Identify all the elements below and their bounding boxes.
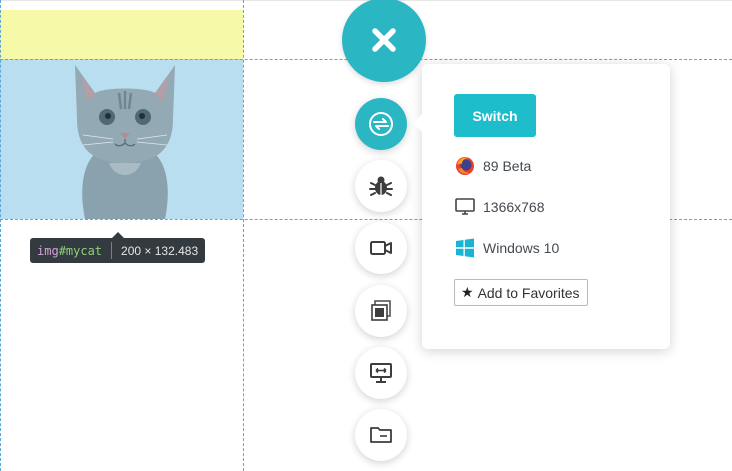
video-icon xyxy=(370,241,392,255)
guide-line-left xyxy=(0,0,1,471)
os-text: Windows 10 xyxy=(483,240,560,256)
folder-icon xyxy=(370,427,392,443)
page-canvas: img #mycat 200 × 132.483 Switch 89 Beta … xyxy=(0,0,732,471)
element-tooltip: img #mycat 200 × 132.483 xyxy=(30,232,206,263)
guide-line-right xyxy=(243,0,244,471)
margin-highlight xyxy=(0,10,243,59)
switch-button[interactable]: Switch xyxy=(454,94,536,137)
switch-icon xyxy=(369,112,393,136)
responsive-icon xyxy=(370,363,392,383)
screenshots-button[interactable] xyxy=(355,285,407,337)
screenshots-icon xyxy=(371,300,391,321)
resolution-row: 1366x768 xyxy=(454,196,545,218)
highlighted-cat-image[interactable] xyxy=(0,59,243,219)
switch-browser-button[interactable] xyxy=(355,98,407,150)
bug-report-button[interactable] xyxy=(355,160,407,212)
add-to-favorites-button[interactable]: ★ Add to Favorites xyxy=(454,279,588,306)
browser-switch-popup: Switch 89 Beta 1366x768 Windows 10 ★ Add… xyxy=(413,64,670,349)
resolution-text: 1366x768 xyxy=(483,199,545,215)
bug-icon xyxy=(369,176,393,196)
tooltip-tag: img xyxy=(37,243,59,258)
tooltip-size: 200 × 132.483 xyxy=(121,243,199,258)
add-to-favorites-label: Add to Favorites xyxy=(477,284,580,301)
browser-version-text: 89 Beta xyxy=(483,158,532,174)
browser-version-row: 89 Beta xyxy=(454,155,531,177)
cat-image xyxy=(75,65,175,219)
os-row: Windows 10 xyxy=(454,237,559,259)
monitor-icon xyxy=(454,196,476,218)
star-icon: ★ xyxy=(461,284,474,300)
tooltip-id: #mycat xyxy=(58,243,103,258)
video-record-button[interactable] xyxy=(355,222,407,274)
firefox-icon xyxy=(454,155,476,177)
windows-icon xyxy=(454,237,476,259)
close-button[interactable] xyxy=(342,0,426,82)
responsive-button[interactable] xyxy=(355,347,407,399)
files-button[interactable] xyxy=(355,409,407,461)
tooltip-divider xyxy=(111,242,113,259)
close-icon xyxy=(372,28,396,52)
